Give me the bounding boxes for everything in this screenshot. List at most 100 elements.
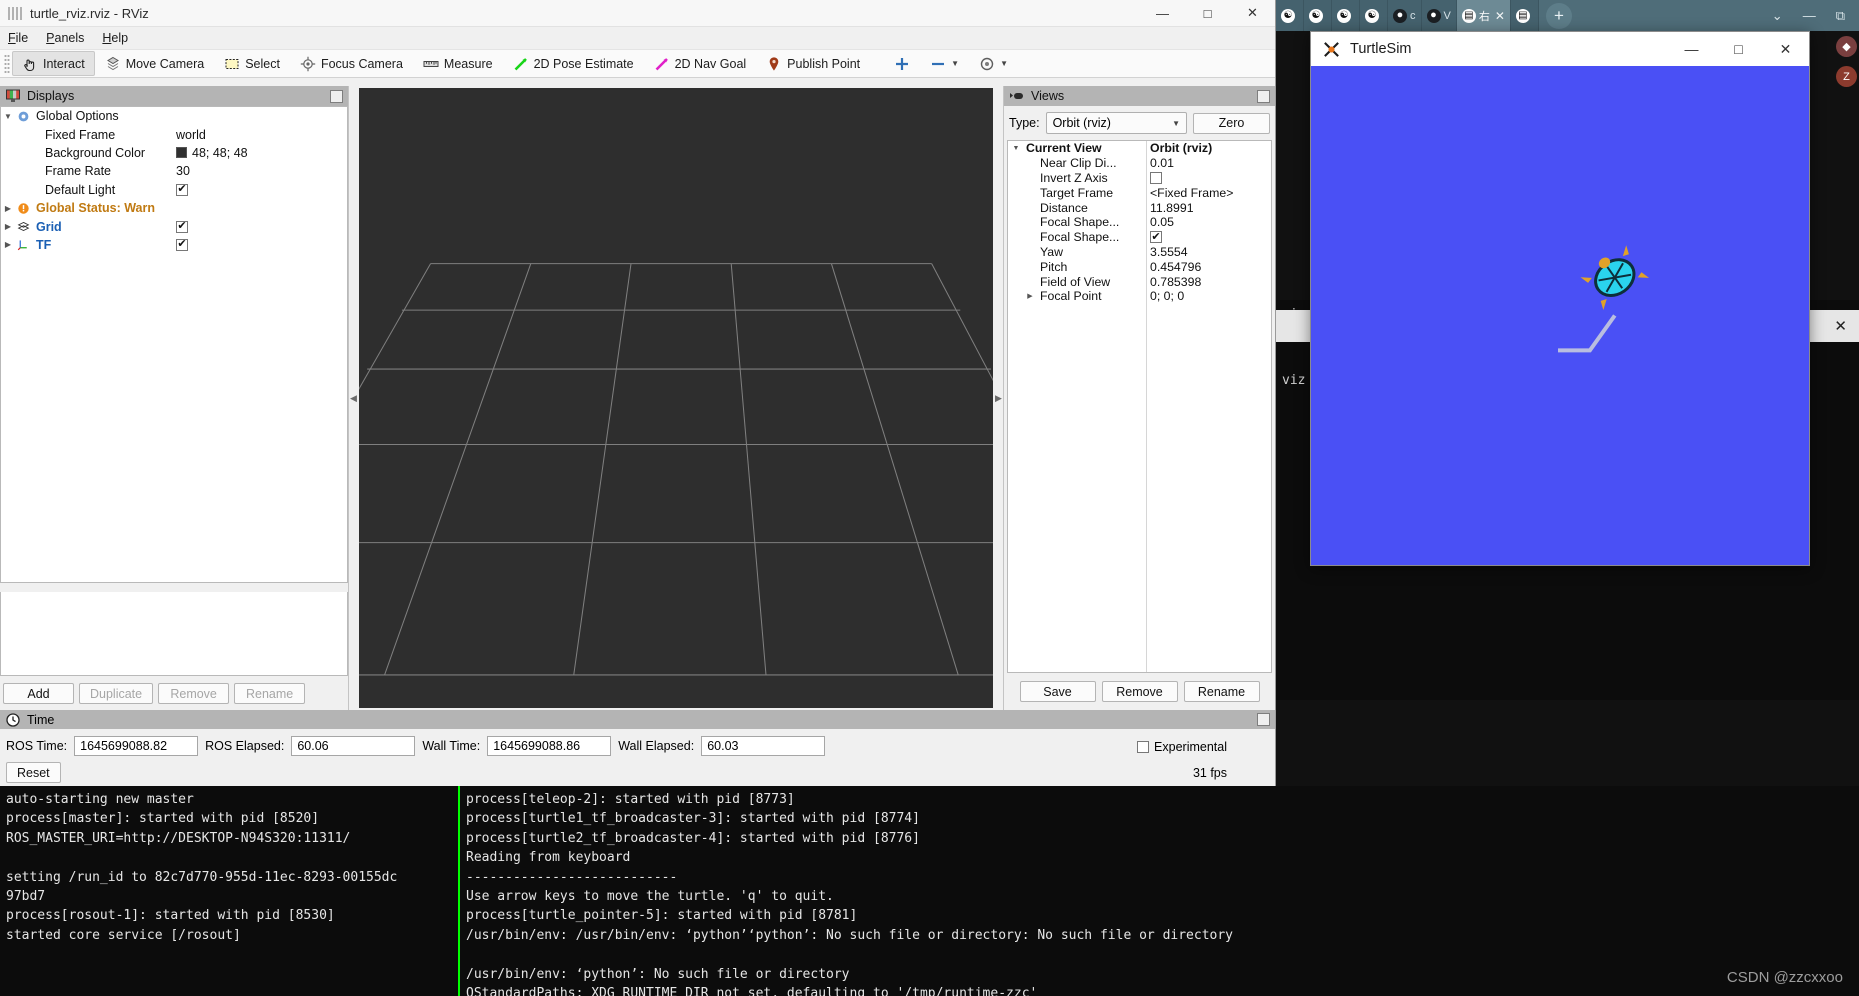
view-row-pitch[interactable]: Pitch 0.454796 bbox=[1008, 259, 1271, 274]
rename-view-button[interactable]: Rename bbox=[1183, 681, 1260, 702]
turtlesim-minimize-button[interactable]: — bbox=[1668, 32, 1715, 66]
turtlesim-close-button[interactable]: ✕ bbox=[1762, 32, 1809, 66]
chevron-right-icon[interactable]: ▶ bbox=[1022, 292, 1038, 300]
view-row-checkbox[interactable] bbox=[1150, 171, 1162, 184]
puzzle-icon[interactable]: ◆ bbox=[1836, 36, 1857, 57]
new-tab-button[interactable]: + bbox=[1545, 2, 1572, 29]
view-row-focal-point[interactable]: ▶ Focal Point 0; 0; 0 bbox=[1008, 289, 1271, 304]
view-row-value[interactable]: 11.8991 bbox=[1150, 201, 1194, 215]
time-input-ros-elapsed-[interactable]: 60.06 bbox=[291, 736, 416, 756]
reset-button[interactable]: Reset bbox=[6, 762, 61, 783]
display-row-value[interactable]: 30 bbox=[176, 164, 190, 178]
browser-tab-5[interactable]: ● V bbox=[1421, 0, 1457, 31]
view-row-value[interactable]: <Fixed Frame> bbox=[1150, 186, 1233, 200]
display-row-tf[interactable]: ▶ TF ✔ bbox=[1, 236, 347, 254]
toolbar-drag-handle[interactable] bbox=[4, 53, 10, 74]
chevron-down-icon[interactable]: ▼ bbox=[1008, 145, 1024, 152]
view-row-invert-z-axis[interactable]: Invert Z Axis bbox=[1008, 171, 1271, 186]
display-row-checkbox[interactable]: ✔ bbox=[176, 183, 188, 196]
right-splitter-handle[interactable]: ▶ bbox=[994, 383, 1003, 413]
left-splitter-handle[interactable]: ◀ bbox=[349, 383, 358, 413]
chevron-right-icon[interactable]: ▶ bbox=[1, 240, 15, 249]
chevron-right-icon[interactable]: ▶ bbox=[1, 222, 15, 231]
display-row-checkbox[interactable]: ✔ bbox=[176, 238, 188, 251]
remove-view-button[interactable]: Remove bbox=[1101, 681, 1178, 702]
views-tree[interactable]: ▼ Current View Orbit (rviz) Near Clip Di...… bbox=[1007, 140, 1272, 673]
display-row-value[interactable]: ✔ bbox=[176, 220, 188, 233]
browser-tab-search-icon[interactable]: ⌄ bbox=[1772, 8, 1783, 24]
view-row-value[interactable] bbox=[1150, 171, 1162, 184]
display-row-value[interactable]: ✔ bbox=[176, 183, 188, 196]
time-input-wall-time-[interactable]: 1645699088.86 bbox=[487, 736, 612, 756]
view-row-value[interactable]: 0.01 bbox=[1150, 156, 1174, 170]
view-row-target-frame[interactable]: Target Frame <Fixed Frame> bbox=[1008, 185, 1271, 200]
rviz-3d-canvas[interactable] bbox=[359, 88, 993, 708]
display-row-global-options[interactable]: ▼ Global Options bbox=[1, 107, 347, 125]
display-row-value[interactable]: 48; 48; 48 bbox=[176, 146, 248, 160]
tool-2d-pose-estimate[interactable]: 2D Pose Estimate bbox=[503, 51, 644, 76]
menu-help[interactable]: Help bbox=[102, 31, 128, 45]
view-row-value[interactable]: Orbit (rviz) bbox=[1150, 141, 1212, 155]
view-row-field-of-view[interactable]: Field of View 0.785398 bbox=[1008, 274, 1271, 289]
browser-restore-icon[interactable]: ⧉ bbox=[1836, 8, 1845, 24]
displays-float-button[interactable] bbox=[330, 89, 343, 103]
chevron-down-icon[interactable]: ▼ bbox=[1, 112, 15, 121]
view-type-select[interactable]: Orbit (rviz) ▼ bbox=[1045, 112, 1187, 134]
display-row-grid[interactable]: ▶ Grid ✔ bbox=[1, 217, 347, 235]
save-view-button[interactable]: Save bbox=[1019, 681, 1096, 702]
display-row-fixed-frame[interactable]: Fixed Frame world bbox=[1, 125, 347, 143]
experimental-checkbox[interactable] bbox=[1137, 741, 1150, 753]
display-row-checkbox[interactable]: ✔ bbox=[176, 220, 188, 233]
browser-tab-0[interactable]: ☯ bbox=[1276, 0, 1304, 31]
time-float-button[interactable] bbox=[1257, 713, 1270, 726]
browser-tab-6[interactable]: ▤ 右 ✕ bbox=[1456, 0, 1511, 31]
view-row-focal-shape-[interactable]: Focal Shape... ✔ bbox=[1008, 230, 1271, 245]
tool-publish-point[interactable]: Publish Point bbox=[756, 51, 870, 76]
view-row-focal-shape-[interactable]: Focal Shape... 0.05 bbox=[1008, 215, 1271, 230]
display-row-background-color[interactable]: Background Color 48; 48; 48 bbox=[1, 144, 347, 162]
menu-file[interactable]: File bbox=[8, 31, 28, 45]
terminal-right[interactable]: process[teleop-2]: started with pid [877… bbox=[460, 786, 1859, 996]
tool-measure[interactable]: Measure bbox=[413, 51, 503, 76]
view-row-checkbox[interactable]: ✔ bbox=[1150, 231, 1162, 244]
views-float-button[interactable] bbox=[1257, 89, 1270, 103]
view-row-current-view[interactable]: ▼ Current View Orbit (rviz) bbox=[1008, 141, 1271, 156]
view-row-value[interactable]: 0; 0; 0 bbox=[1150, 289, 1184, 303]
browser-tab-1[interactable]: ☯ bbox=[1304, 0, 1332, 31]
view-row-value[interactable]: 0.785398 bbox=[1150, 275, 1201, 289]
browser-tab-7[interactable]: ▤ bbox=[1510, 0, 1539, 31]
view-row-yaw[interactable]: Yaw 3.5554 bbox=[1008, 245, 1271, 260]
rviz-maximize-button[interactable]: □ bbox=[1185, 0, 1230, 27]
tool-focus-camera[interactable]: Focus Camera bbox=[290, 51, 413, 76]
background-terminal-close-icon[interactable]: ✕ bbox=[1834, 317, 1847, 335]
browser-minimize-icon[interactable]: — bbox=[1803, 8, 1816, 23]
terminal-left[interactable]: auto-starting new master process[master]:… bbox=[0, 786, 460, 996]
profile-avatar[interactable]: Z bbox=[1836, 66, 1857, 87]
display-row-value[interactable]: ✔ bbox=[176, 238, 188, 251]
display-row-default-light[interactable]: Default Light ✔ bbox=[1, 181, 347, 199]
browser-tab-4[interactable]: ● c bbox=[1388, 0, 1422, 31]
tool-properties-button[interactable]: ▼ bbox=[969, 51, 1018, 76]
remove-tool-button[interactable]: ▼ bbox=[920, 51, 969, 76]
experimental-checkbox-row[interactable]: Experimental bbox=[1137, 740, 1227, 754]
view-row-distance[interactable]: Distance 11.8991 bbox=[1008, 200, 1271, 215]
time-input-ros-time-[interactable]: 1645699088.82 bbox=[74, 736, 199, 756]
chevron-right-icon[interactable]: ▶ bbox=[1, 204, 15, 213]
time-input-wall-elapsed-[interactable]: 60.03 bbox=[701, 736, 826, 756]
rviz-minimize-button[interactable]: — bbox=[1140, 0, 1185, 27]
menu-panels[interactable]: Panels bbox=[46, 31, 84, 45]
view-row-value[interactable]: 0.454796 bbox=[1150, 260, 1201, 274]
zero-button[interactable]: Zero bbox=[1193, 112, 1270, 134]
add-tool-button[interactable] bbox=[884, 51, 920, 76]
rviz-close-button[interactable]: ✕ bbox=[1230, 0, 1275, 27]
add-button[interactable]: Add bbox=[3, 683, 74, 704]
view-row-value[interactable]: ✔ bbox=[1150, 231, 1162, 244]
turtlesim-maximize-button[interactable]: □ bbox=[1715, 32, 1762, 66]
tool-move-camera[interactable]: Move Camera bbox=[95, 51, 215, 76]
displays-tree[interactable]: ▼ Global Options Fixed Frame world Backgroun… bbox=[0, 106, 348, 583]
display-row-global-status-warn[interactable]: ▶ Global Status: Warn bbox=[1, 199, 347, 217]
browser-tab-close-icon[interactable]: ✕ bbox=[1493, 9, 1505, 23]
view-row-near-clip-di-[interactable]: Near Clip Di... 0.01 bbox=[1008, 156, 1271, 171]
tool-2d-nav-goal[interactable]: 2D Nav Goal bbox=[644, 51, 757, 76]
tool-select[interactable]: Select bbox=[214, 51, 290, 76]
